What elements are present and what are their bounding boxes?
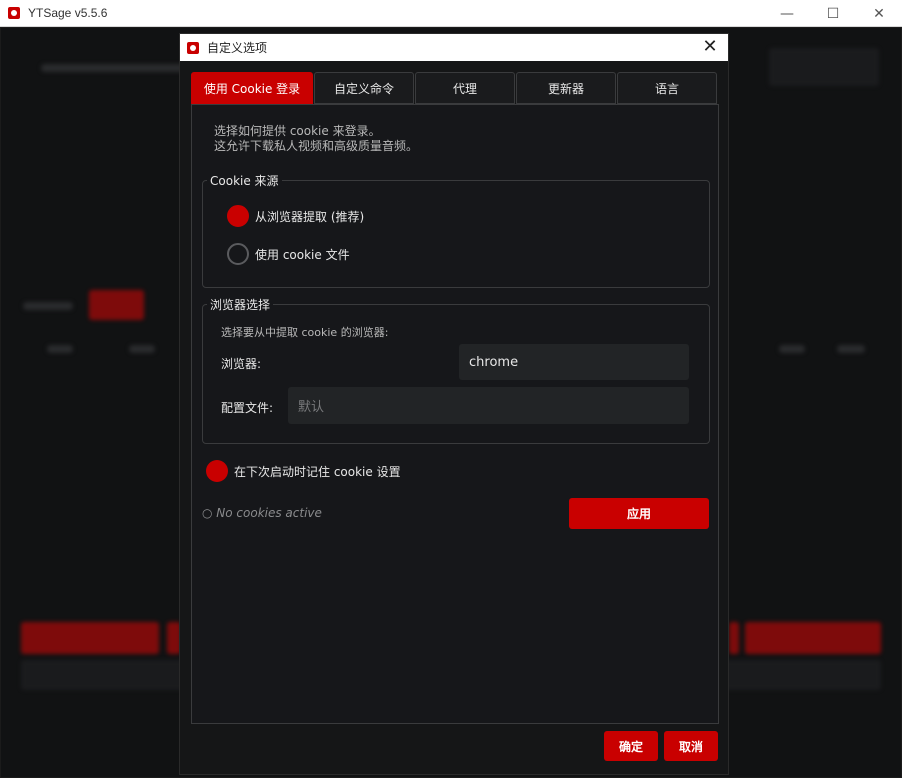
blurred-red-button bbox=[21, 622, 159, 654]
tab-proxy[interactable]: 代理 bbox=[415, 72, 515, 104]
main-titlebar: YTSage v5.5.6 — ☐ ✕ bbox=[0, 0, 902, 27]
browser-select-group: 浏览器选择 选择要从中提取 cookie 的浏览器: 浏览器: chrome 配… bbox=[202, 296, 710, 444]
browser-hint: 选择要从中提取 cookie 的浏览器: bbox=[221, 326, 389, 339]
app-logo-icon bbox=[8, 7, 20, 19]
browser-label: 浏览器: bbox=[221, 357, 262, 371]
description-line-2: 这允许下载私人视频和高级质量音频。 bbox=[214, 139, 419, 153]
minimize-button[interactable]: — bbox=[764, 0, 810, 27]
ok-button[interactable]: 确定 bbox=[604, 731, 658, 761]
cookie-source-title: Cookie 来源 bbox=[207, 172, 282, 189]
radio-browser[interactable] bbox=[227, 205, 249, 227]
radio-file-option[interactable]: 使用 cookie 文件 bbox=[227, 243, 350, 265]
profile-input[interactable]: 默认 bbox=[288, 387, 689, 424]
window-close-button[interactable]: ✕ bbox=[856, 0, 902, 27]
radio-browser-option[interactable]: 从浏览器提取 (推荐) bbox=[227, 205, 364, 227]
dialog-titlebar: 自定义选项 ✕ bbox=[180, 34, 728, 61]
radio-file[interactable] bbox=[227, 243, 249, 265]
blurred-label bbox=[23, 302, 73, 310]
blurred-column bbox=[837, 345, 865, 353]
app-logo-icon bbox=[187, 41, 199, 54]
radio-file-label: 使用 cookie 文件 bbox=[255, 247, 350, 262]
radio-browser-label: 从浏览器提取 (推荐) bbox=[255, 209, 365, 224]
dialog-close-icon[interactable]: ✕ bbox=[700, 37, 720, 57]
blurred-red-tab bbox=[89, 290, 144, 320]
tab-updater[interactable]: 更新器 bbox=[516, 72, 616, 104]
cookie-status-text: ○ No cookies active bbox=[202, 506, 322, 520]
apply-button[interactable]: 应用 bbox=[569, 498, 709, 529]
dialog-title: 自定义选项 bbox=[207, 41, 268, 55]
blurred-red-button bbox=[729, 622, 739, 654]
remember-cookie-toggle[interactable] bbox=[206, 460, 228, 482]
cookie-source-group: Cookie 来源 从浏览器提取 (推荐) 使用 cookie 文件 bbox=[202, 172, 710, 288]
description-line-1: 选择如何提供 cookie 来登录。 bbox=[214, 124, 381, 138]
remember-cookie-label: 在下次启动时记住 cookie 设置 bbox=[234, 464, 401, 479]
maximize-button[interactable]: ☐ bbox=[810, 0, 856, 27]
remember-cookie-option[interactable]: 在下次启动时记住 cookie 设置 bbox=[206, 460, 401, 482]
tab-language[interactable]: 语言 bbox=[617, 72, 717, 104]
blurred-button bbox=[769, 48, 879, 86]
window-controls: — ☐ ✕ bbox=[764, 0, 902, 27]
cancel-button[interactable]: 取消 bbox=[664, 731, 718, 761]
cookie-description: 选择如何提供 cookie 来登录。 这允许下载私人视频和高级质量音频。 bbox=[214, 124, 418, 154]
profile-label: 配置文件: bbox=[221, 401, 274, 415]
blurred-column bbox=[779, 345, 805, 353]
blurred-red-button bbox=[745, 622, 881, 654]
window-title: YTSage v5.5.6 bbox=[28, 6, 108, 20]
tab-bar: 使用 Cookie 登录 自定义命令 代理 更新器 语言 bbox=[191, 72, 718, 104]
custom-options-dialog: 自定义选项 ✕ 使用 Cookie 登录 自定义命令 代理 更新器 语言 选择如… bbox=[179, 33, 729, 775]
blurred-column bbox=[47, 345, 73, 353]
browser-select-title: 浏览器选择 bbox=[207, 296, 274, 313]
browser-select[interactable]: chrome bbox=[459, 344, 689, 380]
tab-cookie-login[interactable]: 使用 Cookie 登录 bbox=[191, 72, 313, 104]
cookie-tab-panel: 选择如何提供 cookie 来登录。 这允许下载私人视频和高级质量音频。 Coo… bbox=[191, 104, 719, 724]
tab-custom-command[interactable]: 自定义命令 bbox=[314, 72, 414, 104]
blurred-column bbox=[129, 345, 155, 353]
